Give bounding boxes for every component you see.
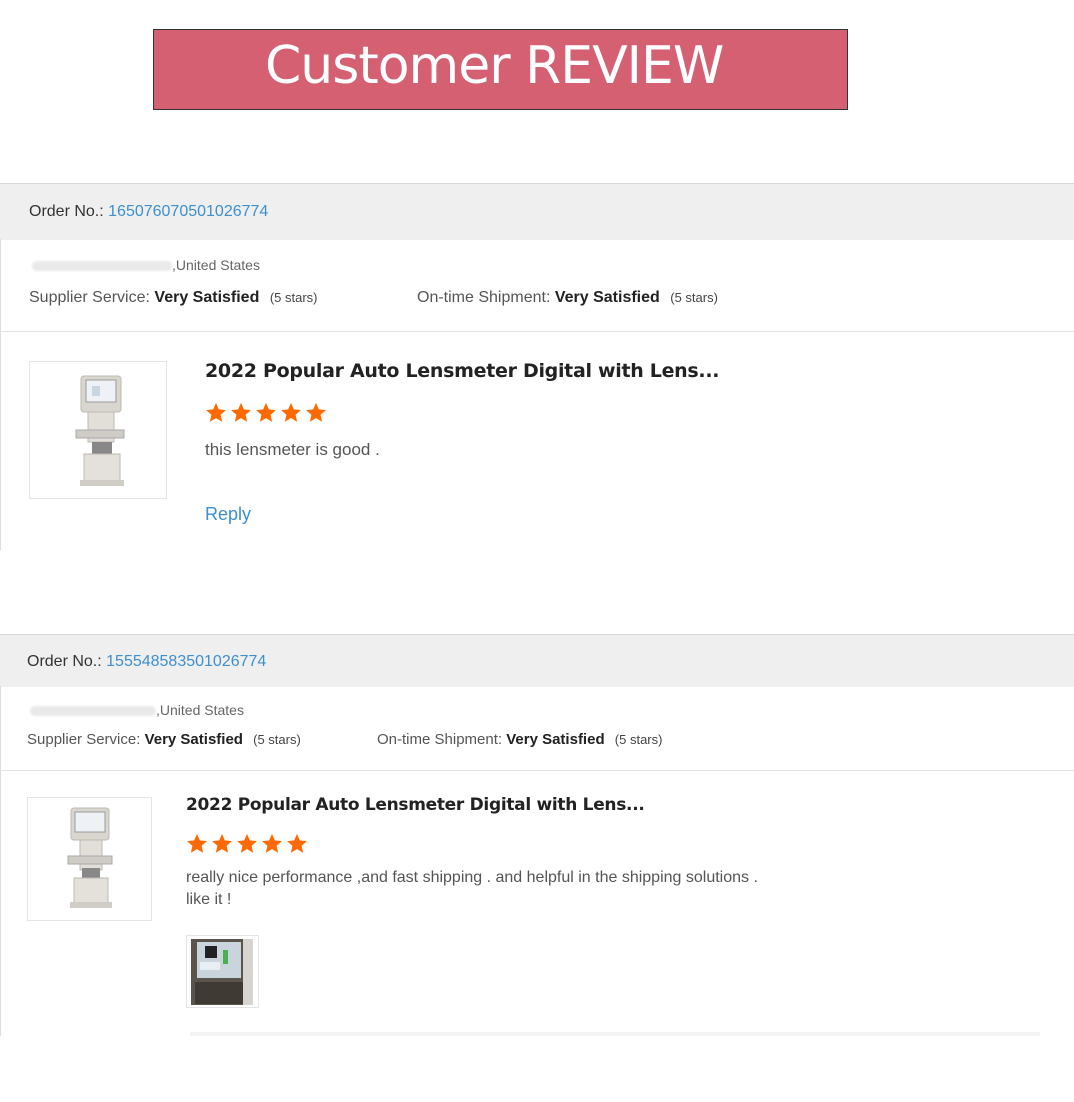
shipment-rating: On-time Shipment: Very Satisfied (5 star… — [377, 731, 662, 748]
order-number-link[interactable]: 155548583501026774 — [106, 653, 266, 670]
customer-review-banner: Customer REVIEW — [153, 29, 848, 110]
supplier-service-rating: Supplier Service: Very Satisfied (5 star… — [27, 731, 301, 748]
star-icon — [212, 833, 232, 853]
product-title[interactable]: 2022 Popular Auto Lensmeter Digital with… — [205, 360, 719, 382]
shipment-label: On-time Shipment: — [377, 731, 503, 748]
lensmeter-image — [67, 807, 113, 908]
divider — [0, 770, 1074, 771]
card-border — [0, 686, 1, 1036]
supplier-value: Very Satisfied — [144, 731, 243, 748]
star-icon — [237, 833, 257, 853]
order-number-link[interactable]: 165076070501026774 — [108, 203, 268, 220]
review-card: Order No.: 165076070501026774 ,United St… — [0, 183, 1074, 550]
star-icon — [287, 833, 307, 853]
supplier-label: Supplier Service: — [29, 289, 150, 306]
product-thumbnail[interactable] — [27, 797, 152, 921]
buyer-info: ,United States — [30, 702, 244, 718]
shipment-label: On-time Shipment: — [417, 289, 551, 306]
buyer-info: ,United States — [32, 257, 260, 273]
supplier-stars-text: (5 stars) — [253, 732, 301, 747]
star-icon — [256, 402, 276, 422]
divider — [0, 331, 1074, 332]
lensmeter-image — [75, 375, 125, 486]
shipment-stars-text: (5 stars) — [670, 290, 718, 305]
star-icon — [187, 833, 207, 853]
banner-title: Customer REVIEW — [265, 36, 724, 96]
order-label: Order No.: — [27, 653, 102, 670]
supplier-stars-text: (5 stars) — [269, 290, 318, 305]
buyer-name-redacted — [30, 706, 156, 717]
star-rating — [205, 402, 327, 424]
review-comment: this lensmeter is good . — [205, 440, 380, 459]
review-photo-image — [191, 939, 253, 1005]
star-icon — [206, 402, 226, 422]
star-icon — [281, 402, 301, 422]
order-number-row: Order No.: 155548583501026774 — [27, 653, 266, 671]
card-border — [0, 239, 1, 550]
order-bar: Order No.: 165076070501026774 — [0, 183, 1074, 240]
review-photo[interactable] — [186, 935, 259, 1008]
product-thumbnail[interactable] — [29, 361, 167, 499]
star-icon — [262, 833, 282, 853]
star-rating — [186, 833, 308, 855]
reply-link[interactable]: Reply — [205, 504, 251, 525]
supplier-service-rating: Supplier Service: Very Satisfied (5 star… — [29, 289, 317, 307]
star-icon — [306, 402, 326, 422]
card-footer-shade — [190, 1032, 1040, 1036]
review-card: Order No.: 155548583501026774 ,United St… — [0, 634, 1074, 1036]
shipment-rating: On-time Shipment: Very Satisfied (5 star… — [417, 289, 718, 307]
review-comment: really nice performance ,and fast shippi… — [186, 867, 758, 911]
shipment-stars-text: (5 stars) — [614, 732, 663, 747]
shipment-value: Very Satisfied — [506, 731, 605, 748]
order-label: Order No.: — [29, 203, 104, 220]
order-number-row: Order No.: 165076070501026774 — [29, 203, 268, 221]
buyer-country: ,United States — [172, 257, 260, 273]
review-comment-line: like it ! — [186, 891, 232, 908]
order-bar: Order No.: 155548583501026774 — [0, 634, 1074, 687]
buyer-country: ,United States — [156, 702, 244, 718]
buyer-name-redacted — [32, 261, 172, 272]
review-comment-line: really nice performance ,and fast shippi… — [186, 869, 758, 886]
supplier-value: Very Satisfied — [154, 289, 260, 306]
product-title[interactable]: 2022 Popular Auto Lensmeter Digital with… — [186, 795, 645, 815]
shipment-value: Very Satisfied — [554, 289, 660, 306]
supplier-label: Supplier Service: — [27, 731, 141, 748]
star-icon — [231, 402, 251, 422]
